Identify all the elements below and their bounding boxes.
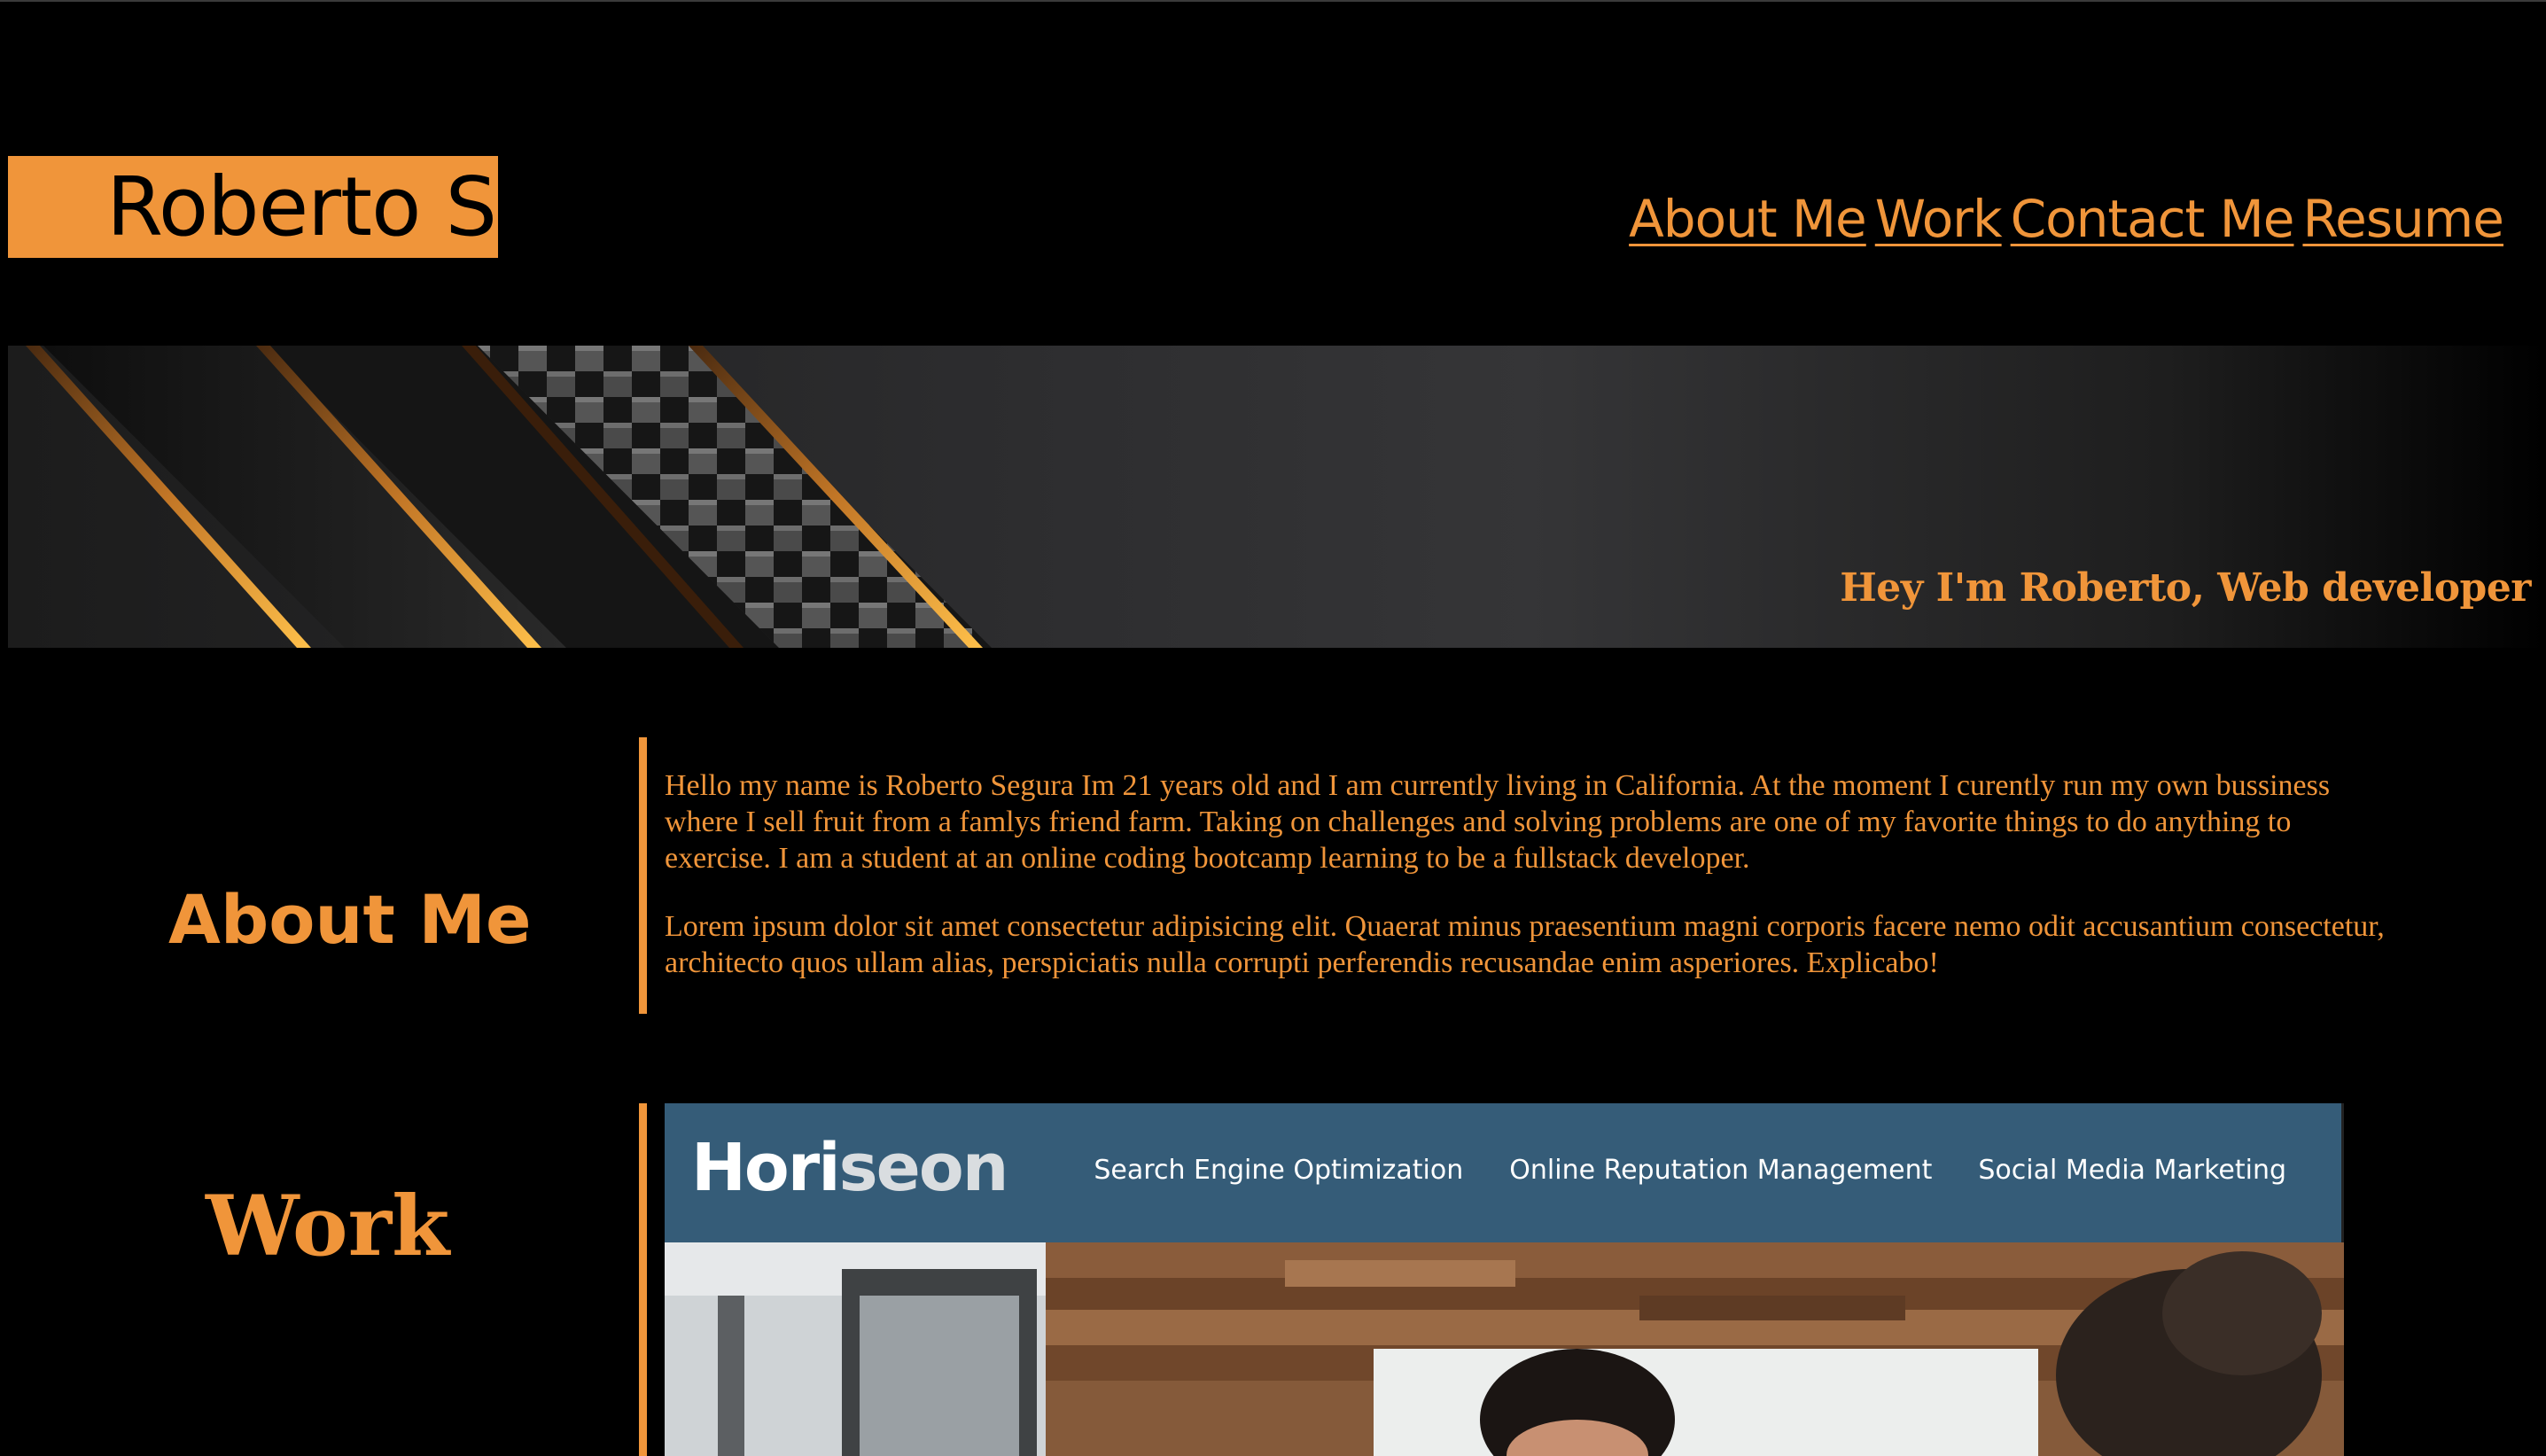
- brand-logo[interactable]: Roberto S: [8, 156, 498, 258]
- hero-banner: Hey I'm Roberto, Web developer: [8, 346, 2546, 648]
- about-paragraph: Hello my name is Roberto Segura Im 21 ye…: [665, 769, 2331, 875]
- about-divider: [639, 737, 647, 1014]
- project-nav-item: Online Reputation Management: [1509, 1155, 1933, 1186]
- project-nav-item: Search Engine Optimization: [1094, 1155, 1464, 1186]
- project-nav-item: Social Media Marketing: [1978, 1155, 2286, 1186]
- main-nav: About Me Work Contact Me Resume: [1629, 193, 2504, 245]
- project-nav: Search Engine Optimization Online Reputa…: [1094, 1155, 2286, 1186]
- nav-link-resume[interactable]: Resume: [2302, 193, 2504, 245]
- project-logo-light: seon: [838, 1130, 1009, 1206]
- about-paragraph: Lorem ipsum dolor sit amet consectetur a…: [665, 910, 2385, 979]
- about-text: Hello my name is Roberto Segura Im 21 ye…: [665, 767, 2402, 1013]
- top-border: [0, 0, 2546, 2]
- nav-link-contact-me[interactable]: Contact Me: [2011, 193, 2295, 245]
- nav-link-work[interactable]: Work: [1875, 193, 2003, 245]
- project-hero-photo: [665, 1242, 2344, 1456]
- brand-name: Roberto S: [106, 159, 497, 254]
- project-logo-main: Hori: [691, 1130, 841, 1206]
- project-preview-horiseon[interactable]: Horiseon Search Engine Optimization Onli…: [665, 1103, 2344, 1456]
- about-title: About Me: [168, 880, 532, 959]
- hero-tagline: Hey I'm Roberto, Web developer: [1840, 565, 2531, 611]
- project-logo: Horiseon: [691, 1135, 1008, 1201]
- nav-link-about-me[interactable]: About Me: [1629, 193, 1867, 245]
- work-title: Work: [206, 1178, 450, 1275]
- project-header: Horiseon Search Engine Optimization Onli…: [665, 1103, 2344, 1242]
- work-divider: [639, 1103, 647, 1456]
